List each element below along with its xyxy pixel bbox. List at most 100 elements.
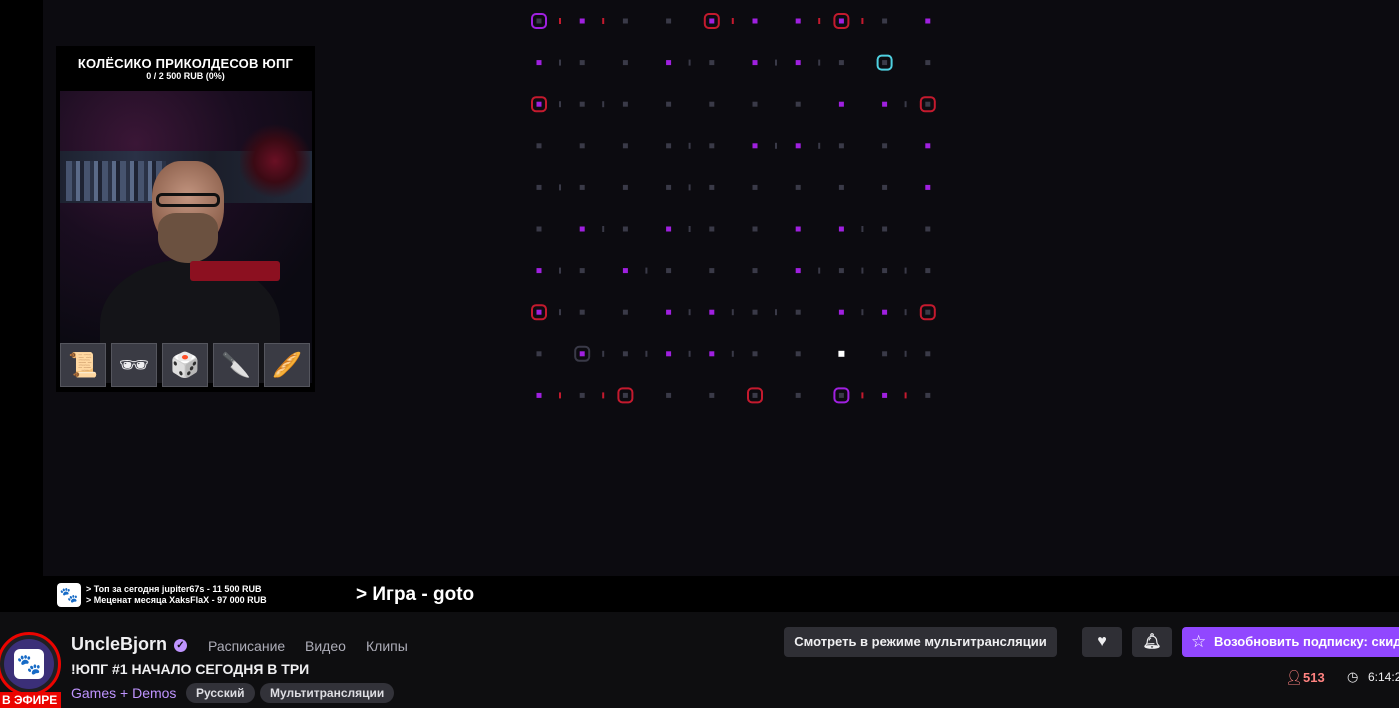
- grid-cell: [579, 18, 585, 24]
- grid-cell: [579, 226, 585, 232]
- category-link[interactable]: Games + Demos: [71, 685, 176, 701]
- grid-cell: [536, 392, 542, 398]
- grid-wall: [602, 350, 605, 357]
- grid-wall: [602, 18, 605, 24]
- grid-cell: [925, 392, 931, 398]
- tag-russian[interactable]: Русский: [186, 683, 255, 703]
- grid-cell: [536, 18, 542, 24]
- grid-cell: [882, 184, 888, 190]
- grid-cell: [536, 101, 542, 107]
- grid-wall: [818, 59, 821, 66]
- grid-wall: [775, 59, 777, 66]
- video-player[interactable]: КОЛЁСИКО ПРИКОЛДЕСОВ ЮПГ 0 / 2 500 RUB (…: [0, 0, 1399, 612]
- grid-cell: [622, 268, 628, 274]
- grid-cell: [795, 18, 801, 24]
- microphone: [190, 261, 280, 281]
- grid-cell: [622, 351, 628, 357]
- grid-wall: [688, 184, 691, 191]
- ticker-game: > Игра - goto: [356, 584, 475, 605]
- nav-videos[interactable]: Видео: [305, 638, 346, 654]
- grid-cell: [536, 309, 542, 315]
- webcam-feed: [60, 91, 312, 383]
- grid-cell: [666, 226, 672, 232]
- grid-cell: [752, 351, 758, 357]
- item-slot: 🕶: [111, 343, 157, 387]
- ticker-patron: > Меценат месяца XaksFlaX - 97 000 RUB: [86, 595, 267, 605]
- notifications-button[interactable]: 🔔︎: [1132, 627, 1172, 657]
- grid-wall: [904, 101, 907, 108]
- grid-wall: [861, 309, 864, 316]
- grid-wall: [731, 350, 734, 357]
- grid-cell: [709, 226, 715, 232]
- grid-wall: [904, 350, 907, 357]
- paw-logo-icon: 🐾: [57, 583, 81, 607]
- grid-cell: [882, 351, 888, 357]
- grid-wall: [688, 226, 691, 232]
- grid-cell: [666, 101, 672, 107]
- heart-icon: ♥: [1097, 633, 1107, 650]
- multistream-button[interactable]: Смотреть в режиме мультитрансляции: [784, 627, 1057, 657]
- grid-cell: [795, 184, 801, 190]
- grid-cell: [622, 392, 628, 398]
- grid-cell: [579, 101, 585, 107]
- grid-cell: [666, 184, 672, 190]
- grid-cell: [709, 184, 715, 190]
- grid-cell: [709, 60, 715, 66]
- grid-cell: [838, 101, 844, 107]
- grid-cell: [925, 268, 931, 274]
- grid-cell: [709, 351, 715, 357]
- grid-cell: [925, 18, 931, 24]
- channel-name[interactable]: UncleBjorn: [71, 634, 167, 655]
- grid-wall: [904, 267, 907, 274]
- grid-wall: [904, 309, 907, 316]
- ticker-top-donor: > Топ за сегодня jupiter67s - 11 500 RUB: [86, 584, 262, 594]
- viewers-icon: 👤︎: [1285, 669, 1303, 685]
- grid-cell: [925, 143, 931, 149]
- braid-icon: 🥖: [272, 351, 302, 379]
- grid-cell: [666, 392, 672, 398]
- grid-cell: [795, 351, 801, 357]
- item-slot: 📜: [60, 343, 106, 387]
- grid-cell: [709, 309, 715, 315]
- grid-cell: [536, 226, 542, 232]
- grid-cell: [536, 60, 542, 66]
- grid-cell: [752, 268, 758, 274]
- grid-cell: [795, 268, 801, 274]
- nav-schedule[interactable]: Расписание: [208, 638, 285, 654]
- grid-wall: [775, 142, 777, 149]
- grid-cell: [838, 268, 844, 274]
- grid-cell: [666, 18, 672, 24]
- grid-cell: [838, 392, 844, 398]
- grid-cell: [666, 60, 672, 66]
- resubscribe-button[interactable]: Возобновить подписку: скидка: [1182, 627, 1399, 657]
- grid-cell: [536, 268, 542, 274]
- grid-cell: [666, 351, 672, 357]
- grid-wall: [559, 101, 561, 108]
- clock-icon: ◷: [1347, 669, 1359, 684]
- live-badge: В ЭФИРЕ: [0, 692, 62, 708]
- grid-cell: [622, 18, 628, 24]
- grid-cell: [838, 60, 844, 66]
- grid-cell: [882, 143, 888, 149]
- pixel-sunglasses-icon: 🕶: [118, 351, 150, 379]
- grid-wall: [861, 18, 864, 24]
- follow-button[interactable]: ♥: [1082, 627, 1122, 657]
- grid-cell: [752, 143, 758, 149]
- grid-cell: [709, 268, 715, 274]
- grid-cell: [882, 309, 888, 315]
- channel-avatar[interactable]: 🐾: [0, 632, 61, 696]
- tag-multistream[interactable]: Мультитрансляции: [260, 683, 395, 703]
- dice-icon: 🎲: [170, 351, 200, 379]
- grid-cell: [838, 18, 844, 24]
- grid-cell: [752, 18, 758, 24]
- nav-clips[interactable]: Клипы: [366, 638, 408, 654]
- grid-wall: [904, 392, 907, 399]
- grid-wall: [688, 142, 691, 149]
- item-slot: 🎲: [162, 343, 208, 387]
- grid-wall: [861, 267, 864, 274]
- grid-wall: [775, 309, 777, 316]
- grid-cell: [536, 143, 542, 149]
- grid-cell: [579, 392, 585, 398]
- streamer-glasses: [156, 193, 220, 207]
- player-marker: [838, 350, 845, 357]
